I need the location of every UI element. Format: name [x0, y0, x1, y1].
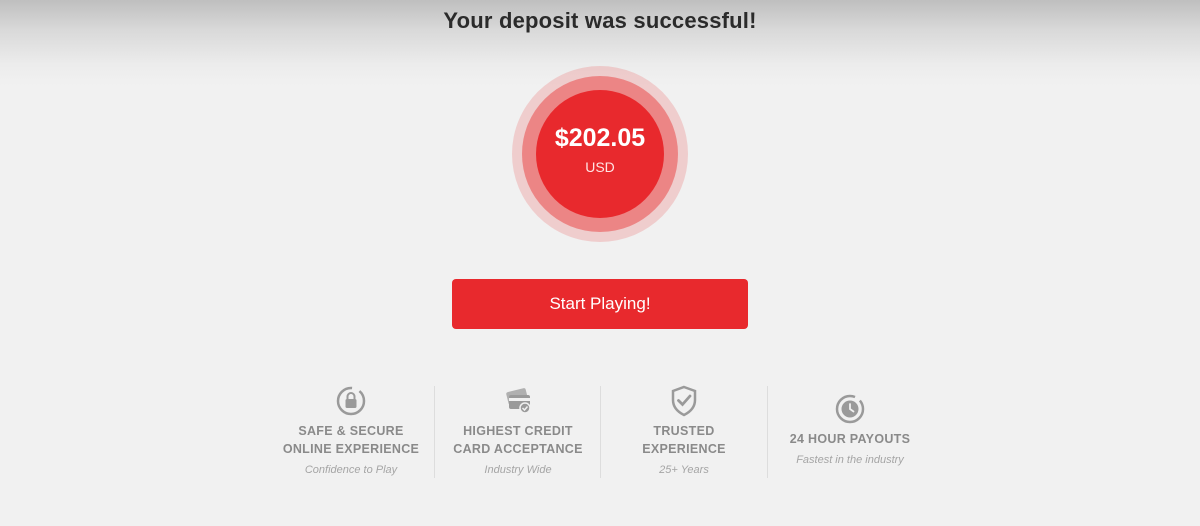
feature-label-line2: EXPERIENCE: [642, 442, 726, 456]
feature-credit-card: HIGHEST CREDIT CARD ACCEPTANCE Industry …: [448, 384, 588, 484]
feature-safe-secure: SAFE & SECURE ONLINE EXPERIENCE Confiden…: [281, 384, 421, 484]
feature-label-line1: 24 HOUR PAYOUTS: [789, 432, 911, 446]
clock-icon: [835, 394, 865, 424]
shield-check-icon: [671, 385, 697, 417]
deposit-currency: USD: [585, 159, 615, 175]
page-title: Your deposit was successful!: [443, 8, 757, 33]
deposit-amount: $202.05: [554, 124, 646, 152]
feature-subtitle: Confidence to Play: [304, 464, 398, 476]
deposit-amount-circle: $202.05 USD: [536, 90, 664, 218]
feature-divider: [600, 386, 601, 478]
feature-label-line1: HIGHEST CREDIT: [463, 424, 573, 438]
feature-subtitle: 25+ Years: [659, 464, 709, 476]
feature-subtitle: Industry Wide: [484, 464, 552, 476]
start-playing-button[interactable]: Start Playing!: [452, 279, 748, 329]
feature-trusted: TRUSTED EXPERIENCE 25+ Years: [614, 384, 754, 484]
feature-divider: [434, 386, 435, 478]
feature-label-line1: SAFE & SECURE: [298, 424, 404, 438]
feature-label-line2: ONLINE EXPERIENCE: [282, 442, 420, 456]
feature-divider: [767, 386, 768, 478]
feature-label-line1: TRUSTED: [653, 424, 715, 438]
feature-payouts: 24 HOUR PAYOUTS Fastest in the industry: [779, 392, 921, 492]
feature-label-line2: CARD ACCEPTANCE: [453, 442, 583, 456]
feature-subtitle: Fastest in the industry: [796, 454, 904, 466]
credit-card-icon: [506, 388, 531, 414]
lock-icon: [336, 386, 366, 416]
